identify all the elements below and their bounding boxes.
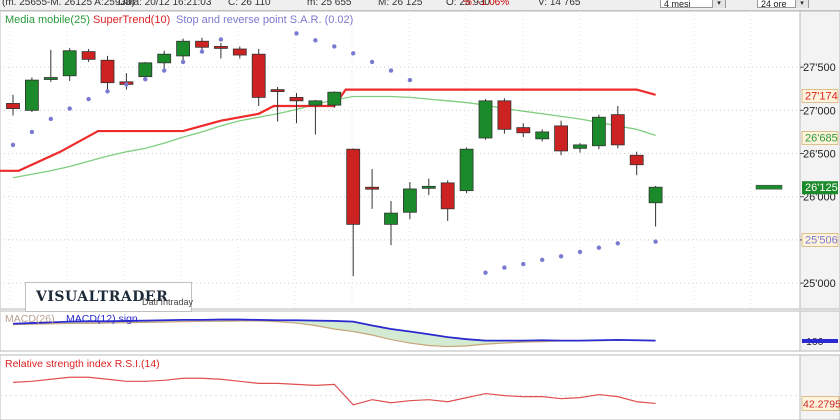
last-price-marker [755, 184, 783, 190]
candle-body [402, 188, 417, 213]
candle-body [365, 186, 380, 190]
sar-dot [294, 31, 299, 36]
legend-sar: Stop and reverse point S.A.R. (0.02) [176, 14, 354, 26]
sar-dot [105, 89, 110, 94]
candle-body [535, 131, 550, 140]
candle-body [554, 125, 568, 152]
macd-last-marker [802, 339, 838, 343]
candle-body [421, 185, 436, 189]
candle-body [100, 59, 115, 84]
sar-dot [351, 51, 356, 56]
sar-dot [483, 270, 488, 275]
candle-body [440, 182, 455, 210]
candle-body [648, 186, 663, 204]
y-tick-label: 25'000 [803, 278, 836, 290]
candle-body [81, 51, 96, 60]
candle-body [497, 100, 512, 130]
candle-body [62, 50, 77, 77]
legend-moving-average: Media mobile(25) [5, 14, 90, 26]
last-price-label: 26'125 [805, 182, 838, 194]
sar-dot [67, 106, 72, 111]
price-tag-label: 27'174 [805, 90, 838, 102]
sar-dot [218, 37, 224, 42]
candle-body [176, 40, 191, 57]
sar-dot [558, 254, 564, 259]
sar-dot [48, 116, 53, 122]
price-panel [0, 10, 801, 310]
sar-dot [29, 129, 35, 135]
candle-body [384, 212, 398, 225]
sar-dot [162, 68, 167, 73]
sar-dot [313, 38, 318, 43]
sar-dot [596, 245, 602, 250]
candle-body [24, 79, 39, 111]
sar-dot [540, 257, 545, 262]
candle-body [157, 53, 172, 64]
candle-body [346, 148, 361, 225]
sar-dot [615, 241, 620, 246]
candle-body [232, 48, 247, 56]
candle-body [610, 114, 625, 146]
candle-body [592, 116, 606, 147]
legend-rsi: Relative strength index R.S.I.(14) [5, 358, 160, 370]
data-source-label: Dati Intraday [142, 297, 194, 307]
sar-dot [124, 82, 129, 87]
candle-body [629, 154, 644, 166]
sar-dot [180, 59, 186, 65]
sar-dot [199, 49, 205, 54]
sar-dot [86, 96, 91, 102]
sar-dot [388, 68, 394, 73]
legend-macd-signal: MACD(12) sign [66, 313, 138, 325]
candle-body [195, 40, 209, 48]
rsi-last-label: 42.2795 [803, 398, 840, 410]
price-tag-label: 25'506 [805, 234, 838, 246]
sar-dot [653, 239, 658, 244]
sar-dot [332, 44, 337, 49]
sar-dot [143, 77, 148, 82]
candle-body [270, 89, 285, 93]
sar-dot [521, 261, 526, 267]
sar-dot [407, 77, 413, 83]
candle-body [327, 91, 342, 106]
candle-body [6, 103, 20, 110]
candle-body [308, 100, 323, 106]
candle-body [138, 62, 153, 78]
sar-dot [10, 142, 16, 148]
candle-body [573, 144, 587, 149]
price-tag-label: 26'685 [805, 133, 838, 145]
candle-body [251, 53, 266, 98]
legend-macd-line: MACD(26) [5, 313, 55, 325]
candle-body [516, 127, 531, 134]
sar-dot [577, 249, 583, 255]
sar-dot [502, 265, 507, 270]
y-tick-label: 27'500 [803, 62, 836, 74]
candle-body [478, 100, 493, 139]
sar-dot [369, 59, 375, 65]
candle-body [459, 148, 474, 192]
candle-body [213, 46, 228, 49]
legend-supertrend: SuperTrend(10) [93, 14, 171, 26]
y-tick-label: 26'500 [803, 149, 836, 161]
candle-body [289, 96, 304, 102]
candle-body [43, 77, 58, 80]
chart-canvas[interactable]: 25'00026'00026'50027'00027'50027'17426'6… [0, 0, 840, 420]
y-tick-label: 27'000 [803, 105, 836, 117]
